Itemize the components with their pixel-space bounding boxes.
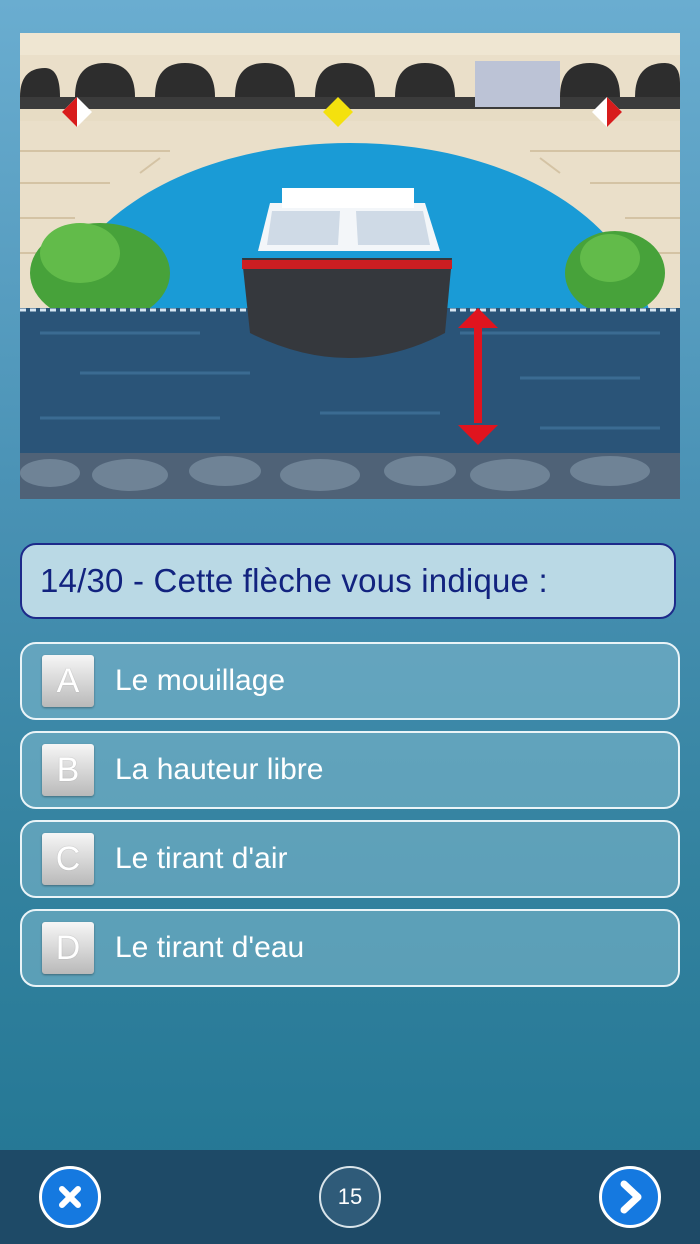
answer-option-c[interactable]: C Le tirant d'air <box>20 820 680 898</box>
question-progress: 14/30 <box>40 562 124 599</box>
question-banner: 14/30 - Cette flèche vous indique : <box>20 543 676 619</box>
question-separator: - <box>123 562 154 599</box>
close-icon <box>59 1186 81 1208</box>
next-button[interactable] <box>599 1166 661 1228</box>
question-illustration <box>20 33 680 499</box>
answer-label-a: Le mouillage <box>115 664 286 697</box>
answer-label-c: Le tirant d'air <box>115 842 288 875</box>
answer-letter-c: C <box>42 833 94 885</box>
close-button[interactable] <box>39 1166 101 1228</box>
bridge-boat-illustration <box>20 33 680 499</box>
chevron-right-icon <box>620 1180 642 1214</box>
question-counter-value: 15 <box>337 1184 363 1209</box>
answer-letter-b: B <box>42 744 94 796</box>
answer-label-b: La hauteur libre <box>115 753 324 786</box>
answer-label-d: Le tirant d'eau <box>115 931 305 964</box>
answer-letter-a: A <box>42 655 94 707</box>
answer-option-a[interactable]: A Le mouillage <box>20 642 680 720</box>
answer-option-d[interactable]: D Le tirant d'eau <box>20 909 680 987</box>
answer-option-b[interactable]: B La hauteur libre <box>20 731 680 809</box>
question-counter-button[interactable]: 15 <box>319 1166 381 1228</box>
answer-letter-d: D <box>42 922 94 974</box>
question-text: Cette flèche vous indique : <box>153 562 548 599</box>
